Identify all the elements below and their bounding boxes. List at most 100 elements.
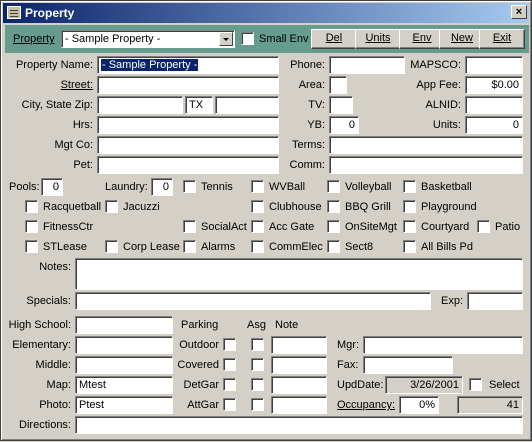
sect8-checkbox[interactable] <box>327 240 340 253</box>
yb-field[interactable]: 0 <box>329 116 359 134</box>
phone-field[interactable] <box>329 56 405 74</box>
clubhouse-checkbox[interactable] <box>251 200 264 213</box>
acc-gate-checkbox[interactable] <box>251 220 264 233</box>
small-env-label: Small Env <box>259 33 309 45</box>
mgr-field[interactable] <box>363 336 523 354</box>
tennis-checkbox[interactable] <box>183 180 196 193</box>
detgar-note-field[interactable] <box>271 376 327 394</box>
units-field[interactable]: 0 <box>465 116 523 134</box>
zip-field[interactable] <box>215 96 279 114</box>
covered-checkbox[interactable] <box>223 358 236 371</box>
basketball-label: Basketball <box>421 181 472 193</box>
courtyard-label: Courtyard <box>421 221 470 233</box>
mgr-label: Mgr: <box>337 339 359 351</box>
notes-field[interactable] <box>75 258 523 290</box>
laundry-value: 0 <box>162 181 169 193</box>
commelec-checkbox[interactable] <box>251 240 264 253</box>
patio-checkbox[interactable] <box>477 220 490 233</box>
covered-asg-checkbox[interactable] <box>251 358 264 371</box>
units-button[interactable]: Units <box>355 29 401 49</box>
high-school-field[interactable] <box>75 316 173 334</box>
jacuzzi-checkbox[interactable] <box>105 200 118 213</box>
stlease-checkbox[interactable] <box>25 240 38 253</box>
occupancy-field[interactable]: 0% <box>399 396 439 414</box>
alnid-field[interactable] <box>465 96 523 114</box>
outdoor-note-field[interactable] <box>271 336 327 354</box>
mapsco-field[interactable] <box>465 56 523 74</box>
fitnessctr-checkbox[interactable] <box>25 220 38 233</box>
form-icon <box>7 6 21 19</box>
directions-field[interactable] <box>75 416 523 434</box>
chevron-down-icon[interactable] <box>219 32 233 46</box>
del-button-label: Del <box>325 32 343 44</box>
units-value: 0 <box>512 119 519 131</box>
map-field[interactable]: Mtest <box>75 376 173 394</box>
del-button[interactable]: Del <box>311 29 357 49</box>
attgar-note-field[interactable] <box>271 396 327 414</box>
city-field[interactable] <box>97 96 183 114</box>
app-fee-field[interactable]: $0.00 <box>465 76 523 94</box>
tv-field[interactable] <box>329 96 353 114</box>
pools-value: 0 <box>52 181 59 193</box>
sect8-label: Sect8 <box>345 241 374 253</box>
select-checkbox[interactable] <box>469 378 482 391</box>
occupancy-label: Occupancy: <box>337 399 396 411</box>
map-value: Mtest <box>79 379 106 391</box>
property-select[interactable]: - Sample Property - <box>61 30 235 48</box>
attgar-asg-checkbox[interactable] <box>251 398 264 411</box>
stlease-label: STLease <box>43 241 88 253</box>
attgar-checkbox[interactable] <box>223 398 236 411</box>
specials-field[interactable] <box>75 292 431 310</box>
outdoor-checkbox[interactable] <box>223 338 236 351</box>
exit-button[interactable]: Exit <box>479 29 525 49</box>
covered-note-field[interactable] <box>271 356 327 374</box>
pet-label: Pet: <box>73 159 93 171</box>
app-fee-value: $0.00 <box>491 79 519 91</box>
detgar-label: DetGar <box>183 379 219 391</box>
hrs-label: Hrs: <box>72 119 93 131</box>
socialact-label: SocialAct <box>201 221 247 233</box>
volleyball-checkbox[interactable] <box>327 180 340 193</box>
notes-label: Notes: <box>39 261 71 273</box>
socialact-checkbox[interactable] <box>183 220 196 233</box>
pools-label: Pools: <box>9 181 40 193</box>
courtyard-checkbox[interactable] <box>403 220 416 233</box>
new-button-label: New <box>450 32 473 44</box>
playground-checkbox[interactable] <box>403 200 416 213</box>
mgt-co-field[interactable] <box>97 136 279 154</box>
bbq-grill-checkbox[interactable] <box>327 200 340 213</box>
elementary-field[interactable] <box>75 336 173 354</box>
record-count: 41 <box>457 396 523 414</box>
alnid-label: ALNID: <box>425 99 461 111</box>
terms-field[interactable] <box>329 136 523 154</box>
pools-field[interactable]: 0 <box>41 178 63 196</box>
detgar-checkbox[interactable] <box>223 378 236 391</box>
racquetball-checkbox[interactable] <box>25 200 38 213</box>
corp-lease-checkbox[interactable] <box>105 240 118 253</box>
area-field[interactable] <box>329 76 347 94</box>
state-value: TX <box>189 99 204 111</box>
hrs-field[interactable] <box>97 116 279 134</box>
state-field[interactable]: TX <box>185 96 213 114</box>
wvball-checkbox[interactable] <box>251 180 264 193</box>
exp-field[interactable] <box>467 292 523 310</box>
outdoor-asg-checkbox[interactable] <box>251 338 264 351</box>
pet-field[interactable] <box>97 156 279 174</box>
detgar-asg-checkbox[interactable] <box>251 378 264 391</box>
fax-field[interactable] <box>363 356 453 374</box>
basketball-checkbox[interactable] <box>403 180 416 193</box>
street-field[interactable] <box>97 76 279 94</box>
onsitemgt-checkbox[interactable] <box>327 220 340 233</box>
middle-field[interactable] <box>75 356 173 374</box>
comm-field[interactable] <box>329 156 523 174</box>
exit-button-label: Exit <box>492 32 512 44</box>
alarms-checkbox[interactable] <box>183 240 196 253</box>
laundry-field[interactable]: 0 <box>151 178 173 196</box>
close-button[interactable]: × <box>511 5 527 19</box>
property-name-field[interactable]: - Sample Property - <box>97 56 279 74</box>
small-env-checkbox[interactable] <box>241 32 254 45</box>
all-bills-pd-checkbox[interactable] <box>403 240 416 253</box>
laundry-label: Laundry: <box>105 181 148 193</box>
terms-label: Terms: <box>292 139 325 151</box>
photo-field[interactable]: Ptest <box>75 396 173 414</box>
